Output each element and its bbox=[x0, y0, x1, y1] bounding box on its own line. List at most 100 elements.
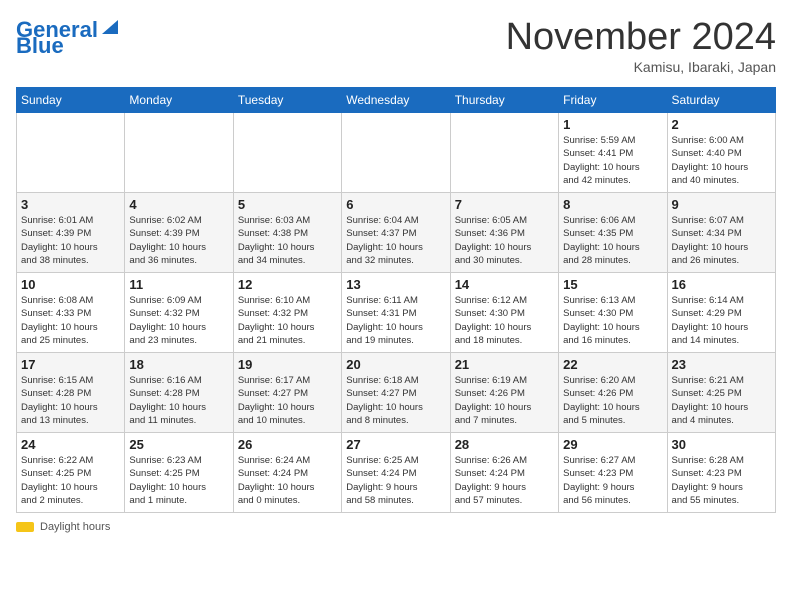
daylight-label: Daylight hours bbox=[40, 521, 110, 533]
day-number: 28 bbox=[455, 437, 554, 452]
day-number: 17 bbox=[21, 357, 120, 372]
weekday-header: Wednesday bbox=[342, 88, 450, 113]
calendar-header-row: SundayMondayTuesdayWednesdayThursdayFrid… bbox=[17, 88, 776, 113]
day-number: 21 bbox=[455, 357, 554, 372]
title-block: November 2024 Kamisu, Ibaraki, Japan bbox=[506, 16, 776, 75]
day-info: Sunrise: 6:14 AM Sunset: 4:29 PM Dayligh… bbox=[672, 294, 771, 347]
logo-icon bbox=[100, 16, 120, 36]
calendar-cell: 26Sunrise: 6:24 AM Sunset: 4:24 PM Dayli… bbox=[233, 433, 341, 513]
calendar-cell: 9 Sunrise: 6:07 AM Sunset: 4:34 PM Daylig… bbox=[667, 193, 775, 273]
calendar-cell bbox=[450, 113, 558, 193]
day-number: 7 bbox=[455, 197, 554, 212]
day-info: Sunrise: 6:10 AM Sunset: 4:32 PM Dayligh… bbox=[238, 294, 337, 347]
weekday-header: Thursday bbox=[450, 88, 558, 113]
weekday-header: Saturday bbox=[667, 88, 775, 113]
weekday-header: Tuesday bbox=[233, 88, 341, 113]
day-info: Sunrise: 6:06 AM Sunset: 4:35 PM Dayligh… bbox=[563, 214, 662, 267]
calendar-cell: 12 Sunrise: 6:10 AM Sunset: 4:32 PM Dayli… bbox=[233, 273, 341, 353]
day-info: Sunrise: 6:26 AM Sunset: 4:24 PM Dayligh… bbox=[455, 454, 554, 507]
day-number: 5 bbox=[238, 197, 337, 212]
day-info: Sunrise: 6:25 AM Sunset: 4:24 PM Dayligh… bbox=[346, 454, 445, 507]
day-number: 2 bbox=[672, 117, 771, 132]
calendar-cell: 20 Sunrise: 6:18 AM Sunset: 4:27 PM Dayli… bbox=[342, 353, 450, 433]
calendar-cell bbox=[342, 113, 450, 193]
day-info: Sunrise: 6:03 AM Sunset: 4:38 PM Dayligh… bbox=[238, 214, 337, 267]
day-info: Sunrise: 6:12 AM Sunset: 4:30 PM Dayligh… bbox=[455, 294, 554, 347]
calendar-cell: 5 Sunrise: 6:03 AM Sunset: 4:38 PM Daylig… bbox=[233, 193, 341, 273]
day-info: Sunrise: 6:18 AM Sunset: 4:27 PM Dayligh… bbox=[346, 374, 445, 427]
calendar-week-row: 24 Sunrise: 6:22 AM Sunset: 4:25 PM Dayli… bbox=[17, 433, 776, 513]
calendar-cell: 18Sunrise: 6:16 AM Sunset: 4:28 PM Dayli… bbox=[125, 353, 233, 433]
day-info: Sunrise: 6:28 AM Sunset: 4:23 PM Dayligh… bbox=[672, 454, 771, 507]
calendar-cell: 2Sunrise: 6:00 AM Sunset: 4:40 PM Daylig… bbox=[667, 113, 775, 193]
calendar-cell bbox=[125, 113, 233, 193]
daylight-bar-icon bbox=[16, 522, 34, 532]
calendar-cell: 3 Sunrise: 6:01 AM Sunset: 4:39 PM Daylig… bbox=[17, 193, 125, 273]
day-info: Sunrise: 6:08 AM Sunset: 4:33 PM Dayligh… bbox=[21, 294, 120, 347]
day-number: 30 bbox=[672, 437, 771, 452]
footer-note: Daylight hours bbox=[16, 521, 776, 533]
calendar-cell bbox=[233, 113, 341, 193]
calendar-cell bbox=[17, 113, 125, 193]
calendar-cell: 15Sunrise: 6:13 AM Sunset: 4:30 PM Dayli… bbox=[559, 273, 667, 353]
calendar-cell: 8Sunrise: 6:06 AM Sunset: 4:35 PM Daylig… bbox=[559, 193, 667, 273]
day-info: Sunrise: 6:01 AM Sunset: 4:39 PM Dayligh… bbox=[21, 214, 120, 267]
day-info: Sunrise: 6:04 AM Sunset: 4:37 PM Dayligh… bbox=[346, 214, 445, 267]
day-number: 19 bbox=[238, 357, 337, 372]
day-info: Sunrise: 6:23 AM Sunset: 4:25 PM Dayligh… bbox=[129, 454, 228, 507]
calendar-cell: 28 Sunrise: 6:26 AM Sunset: 4:24 PM Dayli… bbox=[450, 433, 558, 513]
calendar-cell: 14 Sunrise: 6:12 AM Sunset: 4:30 PM Dayli… bbox=[450, 273, 558, 353]
calendar-cell: 29Sunrise: 6:27 AM Sunset: 4:23 PM Dayli… bbox=[559, 433, 667, 513]
day-number: 16 bbox=[672, 277, 771, 292]
day-info: Sunrise: 6:07 AM Sunset: 4:34 PM Dayligh… bbox=[672, 214, 771, 267]
day-info: Sunrise: 6:11 AM Sunset: 4:31 PM Dayligh… bbox=[346, 294, 445, 347]
calendar-cell: 7 Sunrise: 6:05 AM Sunset: 4:36 PM Daylig… bbox=[450, 193, 558, 273]
weekday-header: Sunday bbox=[17, 88, 125, 113]
day-number: 15 bbox=[563, 277, 662, 292]
location-subtitle: Kamisu, Ibaraki, Japan bbox=[506, 59, 776, 75]
day-info: Sunrise: 6:17 AM Sunset: 4:27 PM Dayligh… bbox=[238, 374, 337, 427]
day-number: 14 bbox=[455, 277, 554, 292]
day-info: Sunrise: 6:20 AM Sunset: 4:26 PM Dayligh… bbox=[563, 374, 662, 427]
calendar-week-row: 17Sunrise: 6:15 AM Sunset: 4:28 PM Dayli… bbox=[17, 353, 776, 433]
day-info: Sunrise: 6:27 AM Sunset: 4:23 PM Dayligh… bbox=[563, 454, 662, 507]
day-info: Sunrise: 6:02 AM Sunset: 4:39 PM Dayligh… bbox=[129, 214, 228, 267]
calendar-table: SundayMondayTuesdayWednesdayThursdayFrid… bbox=[16, 87, 776, 513]
calendar-cell: 30 Sunrise: 6:28 AM Sunset: 4:23 PM Dayli… bbox=[667, 433, 775, 513]
day-number: 9 bbox=[672, 197, 771, 212]
calendar-week-row: 10 Sunrise: 6:08 AM Sunset: 4:33 PM Dayli… bbox=[17, 273, 776, 353]
day-info: Sunrise: 6:09 AM Sunset: 4:32 PM Dayligh… bbox=[129, 294, 228, 347]
day-number: 13 bbox=[346, 277, 445, 292]
calendar-cell: 23 Sunrise: 6:21 AM Sunset: 4:25 PM Dayli… bbox=[667, 353, 775, 433]
calendar-cell: 27 Sunrise: 6:25 AM Sunset: 4:24 PM Dayli… bbox=[342, 433, 450, 513]
page-header: General Blue November 2024 Kamisu, Ibara… bbox=[16, 16, 776, 75]
calendar-cell: 22Sunrise: 6:20 AM Sunset: 4:26 PM Dayli… bbox=[559, 353, 667, 433]
day-number: 24 bbox=[21, 437, 120, 452]
day-info: Sunrise: 6:16 AM Sunset: 4:28 PM Dayligh… bbox=[129, 374, 228, 427]
calendar-cell: 13 Sunrise: 6:11 AM Sunset: 4:31 PM Dayli… bbox=[342, 273, 450, 353]
day-info: Sunrise: 5:59 AM Sunset: 4:41 PM Dayligh… bbox=[563, 134, 662, 187]
day-info: Sunrise: 6:05 AM Sunset: 4:36 PM Dayligh… bbox=[455, 214, 554, 267]
day-number: 27 bbox=[346, 437, 445, 452]
day-number: 3 bbox=[21, 197, 120, 212]
day-info: Sunrise: 6:19 AM Sunset: 4:26 PM Dayligh… bbox=[455, 374, 554, 427]
day-info: Sunrise: 6:21 AM Sunset: 4:25 PM Dayligh… bbox=[672, 374, 771, 427]
day-number: 1 bbox=[563, 117, 662, 132]
day-number: 10 bbox=[21, 277, 120, 292]
calendar-week-row: 1 Sunrise: 5:59 AM Sunset: 4:41 PM Daylig… bbox=[17, 113, 776, 193]
day-number: 12 bbox=[238, 277, 337, 292]
calendar-cell: 11 Sunrise: 6:09 AM Sunset: 4:32 PM Dayli… bbox=[125, 273, 233, 353]
logo: General Blue bbox=[16, 16, 120, 59]
logo-blue: Blue bbox=[16, 33, 64, 59]
day-number: 23 bbox=[672, 357, 771, 372]
day-info: Sunrise: 6:24 AM Sunset: 4:24 PM Dayligh… bbox=[238, 454, 337, 507]
day-number: 4 bbox=[129, 197, 228, 212]
weekday-header: Friday bbox=[559, 88, 667, 113]
calendar-cell: 16 Sunrise: 6:14 AM Sunset: 4:29 PM Dayli… bbox=[667, 273, 775, 353]
day-info: Sunrise: 6:22 AM Sunset: 4:25 PM Dayligh… bbox=[21, 454, 120, 507]
day-number: 11 bbox=[129, 277, 228, 292]
day-number: 20 bbox=[346, 357, 445, 372]
calendar-cell: 1 Sunrise: 5:59 AM Sunset: 4:41 PM Daylig… bbox=[559, 113, 667, 193]
calendar-cell: 21 Sunrise: 6:19 AM Sunset: 4:26 PM Dayli… bbox=[450, 353, 558, 433]
weekday-header: Monday bbox=[125, 88, 233, 113]
